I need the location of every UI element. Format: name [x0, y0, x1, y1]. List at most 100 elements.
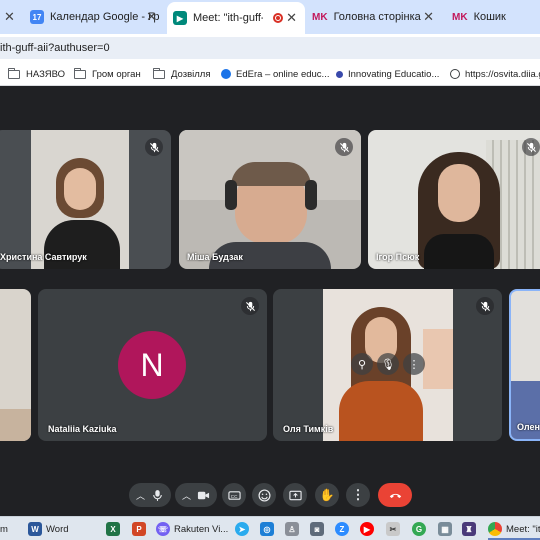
more-options-button[interactable]: ⋮: [346, 483, 370, 507]
taskbar-item[interactable]: ▶: [360, 520, 378, 538]
mic-icon: [153, 489, 162, 501]
bookmark-item[interactable]: Гром орган: [73, 67, 141, 81]
taskbar-item-word[interactable]: W Word: [28, 520, 69, 538]
meet-control-bar: ︿ ︿ CC ✋ ⋮: [0, 478, 540, 514]
bookmark-label: НАЗЯВО: [26, 68, 65, 80]
chevron-up-icon: ︿: [135, 490, 145, 501]
taskbar-item-excel[interactable]: X: [106, 520, 124, 538]
participant-tile[interactable]: Міша Будзак: [179, 130, 361, 269]
present-button[interactable]: [283, 483, 307, 507]
bookmark-label: https://osvita.diia.g: [465, 68, 540, 80]
meet-icon: ▶: [173, 11, 187, 25]
reactions-button[interactable]: [252, 483, 276, 507]
participant-name: Nataliia Kaziuka: [48, 424, 117, 434]
omnibox[interactable]: ith-guff-aii?authuser=0: [0, 37, 540, 59]
dot-icon: [336, 70, 343, 78]
app2-icon: ◎: [260, 522, 274, 536]
app4-icon: ✂: [386, 522, 400, 536]
close-icon[interactable]: ✕: [286, 10, 297, 26]
meet-stage: Христина Савтирук Міша Будзак Ігор Псюк: [0, 87, 540, 507]
tab-title: Головна сторінка: [333, 11, 421, 23]
app6-icon: ♜: [462, 522, 476, 536]
bookmark-label: Дозвілля: [171, 68, 211, 80]
calendar-icon: 17: [30, 10, 44, 24]
taskbar-item[interactable]: ♜: [462, 520, 480, 538]
taskbar-item[interactable]: Z: [335, 520, 353, 538]
more-vert-icon[interactable]: ⋮: [403, 353, 425, 375]
mic-off-icon: [476, 297, 494, 315]
end-call-button[interactable]: [378, 483, 412, 507]
taskbar-item[interactable]: ♙: [285, 520, 303, 538]
mic-off-icon: [241, 297, 259, 315]
telegram-icon: ➤: [235, 522, 249, 536]
pin-icon[interactable]: ⚲: [351, 353, 373, 375]
edera-icon: [221, 69, 231, 79]
mk-icon: MK: [312, 11, 328, 23]
browser-tab-strip: ✕ 17 Календар Google - Гр ✕ ▶ Meet: "ith…: [0, 0, 540, 34]
taskbar-item[interactable]: G: [412, 520, 430, 538]
tab-calendar[interactable]: 17 Календар Google - Гр ✕: [30, 4, 165, 30]
more-icon: ⋮: [351, 487, 365, 502]
taskbar-item[interactable]: ◙: [310, 520, 328, 538]
chrome-icon: [488, 522, 502, 536]
captions-button[interactable]: CC: [222, 483, 246, 507]
tab-title: Календар Google - Гр: [50, 11, 160, 23]
powerpoint-icon: P: [132, 522, 146, 536]
participant-tile[interactable]: N Nataliia Kaziuka: [38, 289, 267, 441]
bookmark-item[interactable]: Дозвілля: [152, 67, 211, 81]
participant-tile[interactable]: Христина Савтирук: [0, 130, 171, 269]
tab-cart[interactable]: MK Кошик: [452, 4, 540, 30]
tab-title: Meet: "ith-guff-aii: [193, 12, 263, 24]
folder-icon: [152, 67, 165, 79]
video-options-button[interactable]: ︿: [175, 483, 217, 507]
tab-meet[interactable]: ▶ Meet: "ith-guff-aii ✕: [167, 2, 305, 34]
recording-icon: [273, 13, 283, 23]
taskbar-label: Rakuten Vi...: [174, 523, 229, 535]
participant-tile[interactable]: ⚲ 🎙 ⋮ Оля Тимків: [273, 289, 502, 441]
captions-icon: CC: [227, 490, 241, 500]
participant-name: Оля Тимків: [283, 424, 334, 434]
camera-app-icon: ◙: [310, 522, 324, 536]
participant-tile[interactable]: Ігор Псюк: [368, 130, 540, 269]
taskbar-item[interactable]: ✂: [386, 520, 404, 538]
tab-title: Кошик: [473, 11, 506, 23]
mic-off-icon: [335, 138, 353, 156]
participant-tile[interactable]: Олен: [509, 289, 540, 441]
bookmark-item[interactable]: Innovating Educatio...: [336, 67, 439, 81]
taskbar-item[interactable]: ◎: [260, 520, 278, 538]
taskbar-item-chrome[interactable]: Meet: "ith: [488, 520, 540, 538]
bookmark-item[interactable]: EdEra – online educ...: [221, 67, 329, 81]
close-icon[interactable]: ✕: [423, 9, 434, 25]
taskbar-item-powerpoint[interactable]: P: [132, 520, 150, 538]
taskbar-item[interactable]: ➤: [235, 520, 253, 538]
app5-icon: ▦: [438, 522, 452, 536]
camera-icon: [197, 491, 210, 499]
raise-hand-button[interactable]: ✋: [315, 483, 339, 507]
close-icon[interactable]: ✕: [146, 9, 157, 25]
participant-name: Міша Будзак: [187, 252, 243, 262]
bookmark-label: Innovating Educatio...: [348, 68, 440, 80]
taskbar-item[interactable]: ▦: [438, 520, 456, 538]
participant-name: Христина Савтирук: [0, 252, 87, 262]
folder-icon: [7, 67, 20, 79]
viber-icon: ☏: [156, 522, 170, 536]
word-icon: W: [28, 522, 42, 536]
present-icon: [288, 490, 302, 500]
bookmark-item[interactable]: НАЗЯВО: [7, 67, 65, 81]
tab-home[interactable]: MK Головна сторінка ✕: [312, 4, 442, 30]
close-icon[interactable]: ✕: [4, 9, 15, 25]
z-icon: Z: [335, 522, 349, 536]
bookmark-item[interactable]: https://osvita.diia.g: [450, 67, 540, 81]
taskbar-item[interactable]: m: [0, 520, 8, 538]
mic-off-icon: [145, 138, 163, 156]
g-icon: G: [412, 522, 426, 536]
mute-icon[interactable]: 🎙: [377, 353, 399, 375]
address-bar: ith-guff-aii?authuser=0: [0, 34, 540, 62]
globe-icon: [450, 69, 460, 79]
audio-options-button[interactable]: ︿: [129, 483, 171, 507]
taskbar-label: Meet: "ith: [506, 523, 540, 535]
participant-name: Ігор Псюк: [376, 252, 420, 262]
taskbar-item-viber[interactable]: ☏ Rakuten Vi...: [156, 520, 228, 538]
tile-hover-controls: ⚲ 🎙 ⋮: [351, 353, 425, 375]
participant-tile[interactable]: [0, 289, 31, 441]
